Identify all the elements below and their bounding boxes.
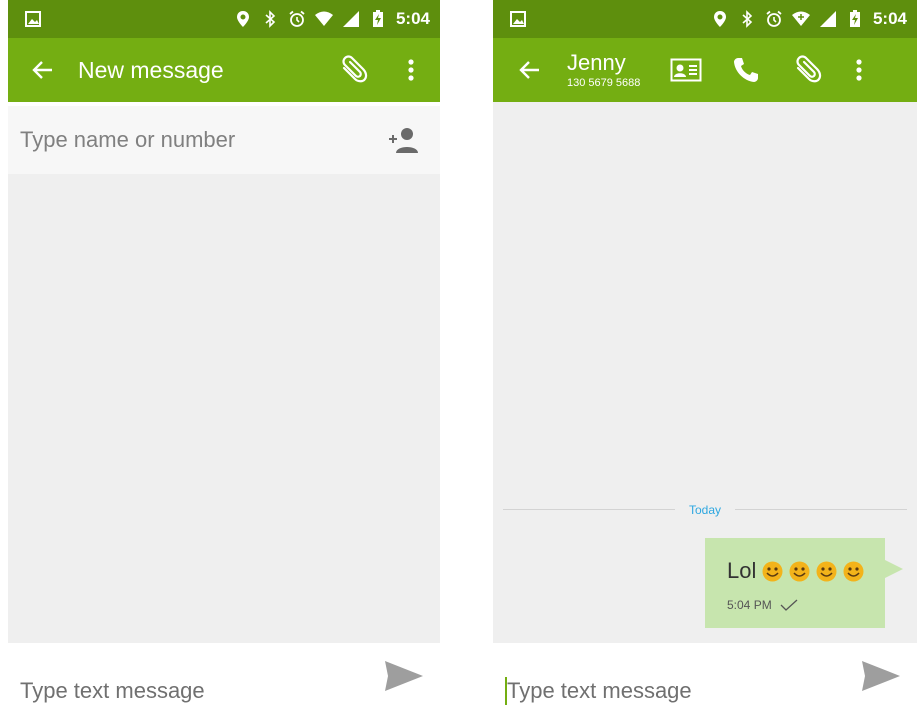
send-button[interactable] <box>380 652 428 700</box>
message-content: Lol <box>727 558 871 584</box>
more-options-button[interactable] <box>838 38 880 102</box>
message-list-area <box>8 174 440 643</box>
conversation-screen: 5:04 Jenny 130 5679 5688 Today Lol 5:04 … <box>493 0 917 715</box>
signal-icon <box>819 11 836 27</box>
battery-icon <box>849 10 860 27</box>
send-icon <box>385 661 423 691</box>
compose-bar <box>8 643 440 715</box>
status-time: 5:04 <box>395 9 430 28</box>
conversation-area: Today Lol 5:04 PM <box>493 102 917 643</box>
more-icon <box>856 59 863 81</box>
status-icons: 5:04 <box>711 9 907 29</box>
contact-number: 130 5679 5688 <box>567 76 641 89</box>
back-arrow-icon <box>519 61 539 79</box>
back-button[interactable] <box>493 38 567 102</box>
recipient-input[interactable] <box>20 127 386 153</box>
call-button[interactable] <box>716 38 776 102</box>
contact-card-button[interactable] <box>656 38 716 102</box>
smile-emoji-icon <box>762 561 783 581</box>
bluetooth-icon <box>742 10 753 28</box>
smile-emoji-icon <box>789 561 810 581</box>
location-icon <box>713 11 726 27</box>
page-title: New message <box>78 56 224 83</box>
wifi-icon <box>314 11 333 26</box>
status-time: 5:04 <box>872 9 907 28</box>
image-icon <box>510 11 526 27</box>
recipient-row <box>8 106 440 174</box>
status-icons: 5:04 <box>234 9 430 29</box>
message-time: 5:04 PM <box>727 598 772 612</box>
smile-emoji-icon <box>816 561 837 581</box>
attach-icon <box>342 55 368 83</box>
check-icon <box>780 599 798 611</box>
bluetooth-icon <box>265 10 276 28</box>
date-label: Today <box>688 502 722 517</box>
attach-button[interactable] <box>324 38 382 102</box>
emoji-group <box>756 561 864 582</box>
contact-header[interactable]: Jenny 130 5679 5688 <box>567 49 641 89</box>
contact-name: Jenny <box>567 49 626 75</box>
message-meta: 5:04 PM <box>727 598 871 612</box>
send-button[interactable] <box>857 652 905 700</box>
send-icon <box>862 661 900 691</box>
attach-icon <box>796 55 822 83</box>
add-contact-icon[interactable] <box>386 125 420 155</box>
message-text: Lol <box>727 558 757 583</box>
signal-icon <box>342 11 359 27</box>
message-bubble[interactable]: Lol 5:04 PM <box>705 538 903 628</box>
image-icon <box>25 11 41 27</box>
attach-button[interactable] <box>776 38 838 102</box>
date-divider: Today <box>503 503 907 517</box>
smile-emoji-icon <box>843 561 864 581</box>
message-input[interactable] <box>507 678 857 704</box>
app-bar: New message <box>8 38 440 102</box>
app-bar: Jenny 130 5679 5688 <box>493 38 917 102</box>
back-button[interactable] <box>8 38 78 102</box>
back-arrow-icon <box>32 61 52 79</box>
more-options-button[interactable] <box>382 38 440 102</box>
alarm-icon <box>766 10 782 27</box>
new-message-screen: 5:04 New message <box>8 0 440 715</box>
alarm-icon <box>289 10 305 27</box>
message-input[interactable] <box>20 678 380 704</box>
status-bar: 5:04 <box>493 0 917 38</box>
divider-line <box>503 509 675 510</box>
wifi-icon <box>791 11 810 26</box>
compose-bar <box>493 643 917 715</box>
status-bar: 5:04 <box>8 0 440 38</box>
divider-line <box>735 509 907 510</box>
contact-card-icon <box>670 58 702 82</box>
battery-icon <box>372 10 383 27</box>
location-icon <box>236 11 249 27</box>
more-icon <box>408 59 414 81</box>
phone-icon <box>734 58 759 82</box>
